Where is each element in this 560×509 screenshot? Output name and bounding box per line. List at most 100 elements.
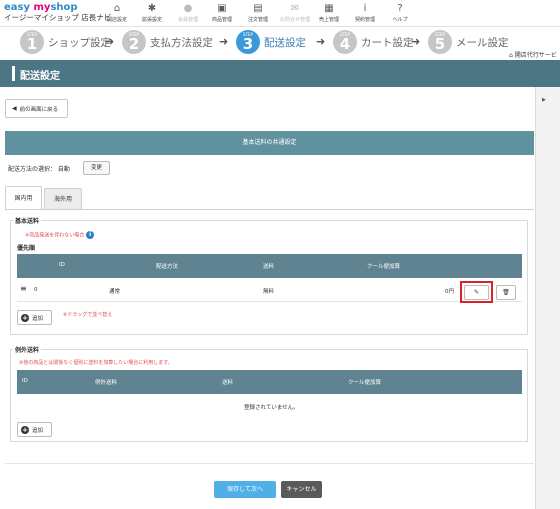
nav-item-members[interactable]: ● 会員管理: [169, 3, 207, 23]
add-button[interactable]: + 追加: [17, 310, 52, 325]
app-root: easy myshop イージーマイショップ 店長ナビ ⌂ 開店設定 ✱ 拡張設…: [0, 0, 560, 509]
step-2[interactable]: STEP 2 支払方法設定: [122, 29, 213, 55]
section-legend: 基本送料: [13, 216, 42, 225]
right-panel[interactable]: ▶: [535, 87, 560, 509]
col-exception-fee: 例外送料: [95, 380, 118, 386]
step-circle: STEP 2: [122, 30, 146, 54]
nav-label: お問合せ管理: [279, 17, 310, 23]
nav-label: 注文管理: [247, 17, 268, 23]
info-icon[interactable]: i: [86, 231, 95, 239]
step-number: 2: [128, 35, 140, 53]
step-4[interactable]: STEP 4 カート設定: [333, 29, 414, 55]
nav-item-shop-open[interactable]: ⌂ 開店設定: [98, 3, 136, 23]
header-accent-bar: [12, 66, 15, 81]
nav-item-contract[interactable]: i 契約管理: [346, 3, 384, 23]
logo[interactable]: easy myshop イージーマイショップ 店長ナビ: [4, 2, 111, 23]
step-circle: STEP 4: [333, 30, 357, 54]
row-cool: 0円: [445, 289, 454, 295]
arrow-right-icon: ➜: [219, 35, 229, 48]
exception-shipping-section: 例外送料 ※他の商品とは関係なく個別に送料を加算したい場合に利用します。 ID …: [10, 345, 528, 442]
arrow-right-icon: ➜: [411, 35, 421, 48]
expand-arrow-icon[interactable]: ▶: [542, 97, 546, 103]
arrow-left-icon: ◀: [12, 105, 17, 112]
exception-table-header: ID 例外送料 送料 クール便加算: [17, 370, 522, 394]
table-row[interactable]: ≡ 0 通常 無料 0円: [17, 278, 522, 302]
arrow-right-icon: ➜: [316, 35, 326, 48]
add-button-label: 追加: [32, 315, 44, 322]
step-5[interactable]: STEP 5 メール設定: [428, 29, 509, 55]
back-button[interactable]: ◀ 前の画面に戻る: [5, 99, 68, 118]
step-label: ショップ設定: [48, 36, 111, 49]
document-icon: ▤: [253, 3, 263, 14]
gear-icon: ✱: [147, 3, 157, 14]
step-3[interactable]: STEP 3 配送設定: [236, 29, 306, 55]
nav-label: 拡張設定: [141, 17, 162, 23]
page-title: 配送設定: [20, 71, 60, 82]
user-icon: ●: [183, 3, 193, 14]
step-number: 4: [339, 35, 351, 53]
plus-icon: +: [21, 425, 29, 434]
note-text: ※商品発送を伴わない場合: [25, 232, 85, 239]
drag-handle-icon[interactable]: ≡: [20, 284, 27, 293]
step-1[interactable]: STEP 1 ショップ設定: [20, 29, 111, 55]
home-icon: ⌂: [113, 3, 121, 14]
tab-domestic[interactable]: 国内用: [5, 186, 42, 210]
edit-button[interactable]: ✎: [464, 285, 489, 300]
nav-label: 商品管理: [211, 17, 232, 23]
basic-shipping-section: 基本送料 ※商品発送を伴わない場合 i 優先順 ID 配送方法 送料 クール便加算…: [10, 216, 528, 335]
delivery-method-label: 配送方法の選択： 自動: [8, 166, 70, 173]
save-and-next-button[interactable]: 保存して次へ: [214, 481, 276, 498]
nav-item-sales[interactable]: ▦ 売上管理: [310, 3, 348, 23]
step-number: 3: [242, 35, 254, 53]
agency-service-link[interactable]: ⌂ 開店代行サービ: [509, 50, 557, 59]
calculator-icon: ▦: [324, 3, 334, 14]
step-label: 支払方法設定: [150, 36, 213, 49]
arrow-right-icon: ➜: [105, 35, 115, 48]
nav-label: ヘルプ: [392, 17, 408, 23]
nav-item-help[interactable]: ? ヘルプ: [381, 3, 419, 23]
nav-item-orders[interactable]: ▤ 注文管理: [239, 3, 277, 23]
footer-divider: [5, 463, 534, 464]
logo-text: easy myshop: [4, 2, 111, 13]
info-icon: i: [363, 3, 367, 14]
change-button[interactable]: 変更: [83, 161, 110, 175]
nav-item-inquiries[interactable]: ✉ お問合せ管理: [276, 3, 314, 23]
delete-button[interactable]: 🗑: [496, 285, 516, 300]
cancel-button[interactable]: キャンセル: [281, 481, 322, 498]
top-nav: easy myshop イージーマイショップ 店長ナビ ⌂ 開店設定 ✱ 拡張設…: [0, 0, 560, 27]
row-fee: 無料: [263, 289, 275, 295]
trash-icon: 🗑: [502, 289, 510, 296]
col-fee: 送料: [263, 264, 275, 270]
logo-suffix: shop: [50, 2, 78, 13]
empty-message: 登録されていません。: [244, 405, 299, 411]
row-method: 通常: [109, 289, 121, 295]
tab-overseas[interactable]: 海外用: [44, 188, 82, 210]
nav-label: 会員管理: [177, 17, 198, 23]
logo-subtitle: イージーマイショップ 店長ナビ: [4, 13, 112, 22]
page-header: 配送設定: [0, 60, 535, 87]
drag-note: ※ドラッグで並べ替え: [63, 312, 113, 318]
add-button[interactable]: + 追加: [17, 422, 52, 437]
tab-divider: [5, 209, 534, 210]
step-bar: STEP 1 ショップ設定 ➜ STEP 2 支払方法設定 ➜ STEP 3 配送設定…: [0, 27, 560, 58]
step-number: 1: [26, 35, 38, 53]
logo-em: my: [33, 2, 51, 13]
col-fee: 送料: [222, 380, 234, 386]
nav-item-products[interactable]: ▣ 商品管理: [203, 3, 241, 23]
col-method: 配送方法: [156, 264, 179, 270]
add-button-label: 追加: [32, 427, 44, 434]
box-icon: ▣: [217, 3, 227, 14]
question-icon: ?: [397, 3, 403, 14]
plus-icon: +: [21, 313, 29, 322]
nav-item-extension[interactable]: ✱ 拡張設定: [133, 3, 171, 23]
logo-prefix: easy: [4, 2, 34, 13]
priority-label: 優先順: [17, 245, 36, 252]
pencil-icon: ✎: [473, 289, 480, 296]
step-circle: STEP 5: [428, 30, 452, 54]
row-id: 0: [34, 287, 38, 293]
step-label: カート設定: [361, 36, 414, 49]
col-cool: クール便加算: [348, 380, 382, 386]
col-cool: クール便加算: [367, 264, 401, 270]
nav-label: 開店設定: [106, 17, 127, 23]
basic-table-header: ID 配送方法 送料 クール便加算: [17, 254, 522, 278]
